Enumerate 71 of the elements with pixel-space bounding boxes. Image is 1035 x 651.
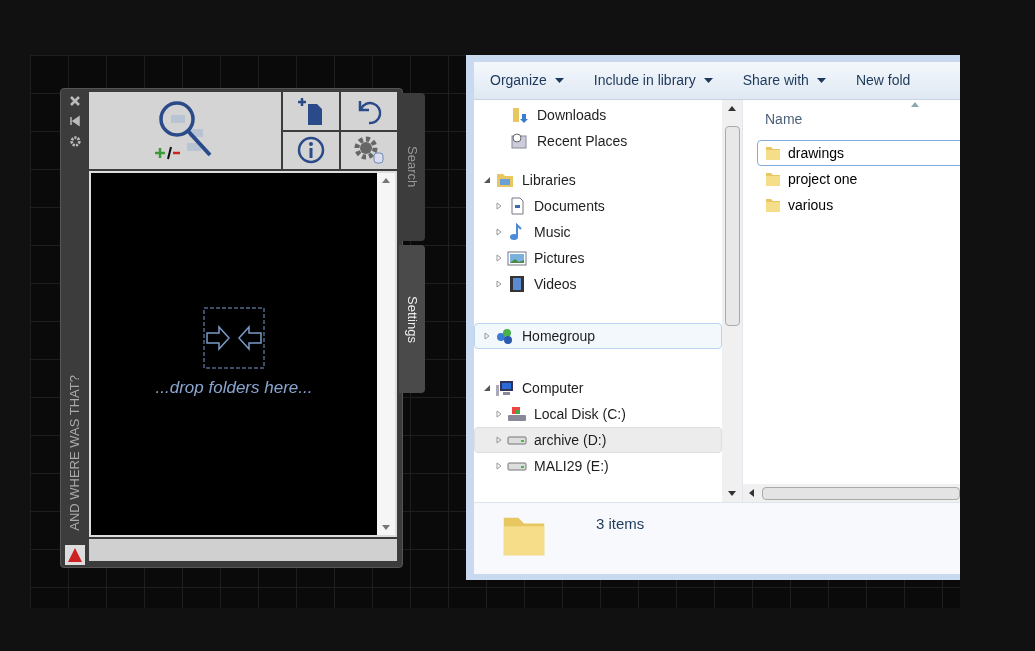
tree-item[interactable]: Local Disk (C:) [474,401,722,427]
info-button[interactable] [283,131,339,169]
folder-icon [495,171,515,189]
horizontal-scrollbar[interactable] [743,484,960,502]
scroll-down-icon[interactable] [728,491,736,496]
toolbar-button[interactable]: Include in library [585,70,721,91]
toolbar-button[interactable]: Organize [482,70,572,91]
app-logo-icon[interactable] [65,545,85,565]
picture-icon [507,249,527,267]
drop-area[interactable]: ...drop folders here... [89,171,397,537]
item-count: 3 items [596,514,645,534]
undo-button[interactable] [341,92,397,130]
close-icon[interactable] [69,95,81,107]
settings-button[interactable] [341,131,397,169]
dropdown-caret-icon [554,78,564,83]
scroll-left-icon[interactable] [749,489,754,497]
file-item[interactable]: various [757,192,960,218]
film-icon [507,275,527,293]
file-item[interactable]: project one [757,166,960,192]
favorite-item[interactable]: Downloads [474,102,722,128]
gear-database-icon [352,135,386,166]
collapsed-triangle-icon[interactable] [495,280,503,288]
drive-icon [507,461,527,471]
collapsed-triangle-icon[interactable] [495,228,503,236]
dropdown-caret-icon [703,78,713,83]
new-document-button[interactable] [283,92,339,130]
palette-title: AND WHERE WAS THAT? [66,375,84,531]
palette-tab[interactable]: Settings [399,245,425,393]
clock-window-icon [510,132,530,150]
folder-down-arrow-icon [510,106,530,124]
tree-item[interactable]: Music [474,219,722,245]
folder-icon [764,170,782,188]
toolbar-button[interactable]: New fold [847,70,919,91]
palette-tab[interactable]: Search [399,93,425,241]
tree-item[interactable]: Libraries [474,167,722,193]
pin-icon[interactable] [69,115,81,127]
merge-arrows-icon [203,307,265,370]
collapsed-triangle-icon[interactable] [495,436,503,444]
settings-icon[interactable] [68,135,82,148]
scroll-up-icon[interactable] [728,106,736,111]
drive-icon [507,435,527,445]
tree-item[interactable]: Pictures [474,245,722,271]
folder-icon [764,144,782,162]
collapsed-triangle-icon[interactable] [495,254,503,262]
expanded-triangle-icon[interactable] [483,384,491,392]
tree-item[interactable]: archive (D:) [474,427,722,453]
sort-arrow-icon [911,102,919,107]
folder-icon [764,196,782,214]
favorite-item[interactable]: Recent Places [474,128,722,154]
collapsed-triangle-icon[interactable] [483,332,491,340]
collapsed-triangle-icon[interactable] [495,410,503,418]
tree-item[interactable]: Documents [474,193,722,219]
drive-icon [507,405,527,423]
search-button[interactable] [89,92,281,169]
collapsed-triangle-icon[interactable] [495,202,503,210]
vertical-scrollbar[interactable] [722,100,742,502]
colored-balls-icon [495,327,515,345]
tree-item[interactable]: Homegroup [474,323,722,349]
dropdown-caret-icon [816,78,826,83]
tree-item[interactable]: MALI29 (E:) [474,453,722,479]
tree-item[interactable]: Videos [474,271,722,297]
tree-item[interactable]: Computer [474,375,722,401]
file-item[interactable]: drawings [757,140,960,166]
computer-icon [495,379,515,397]
column-header[interactable]: Name [757,102,960,136]
toolbar-button[interactable]: Share with [734,70,834,91]
drop-hint: ...drop folders here... [155,377,313,400]
scroll-thumb[interactable] [724,126,740,326]
info-icon [297,136,325,165]
expanded-triangle-icon[interactable] [483,176,491,184]
collapsed-triangle-icon[interactable] [495,462,503,470]
